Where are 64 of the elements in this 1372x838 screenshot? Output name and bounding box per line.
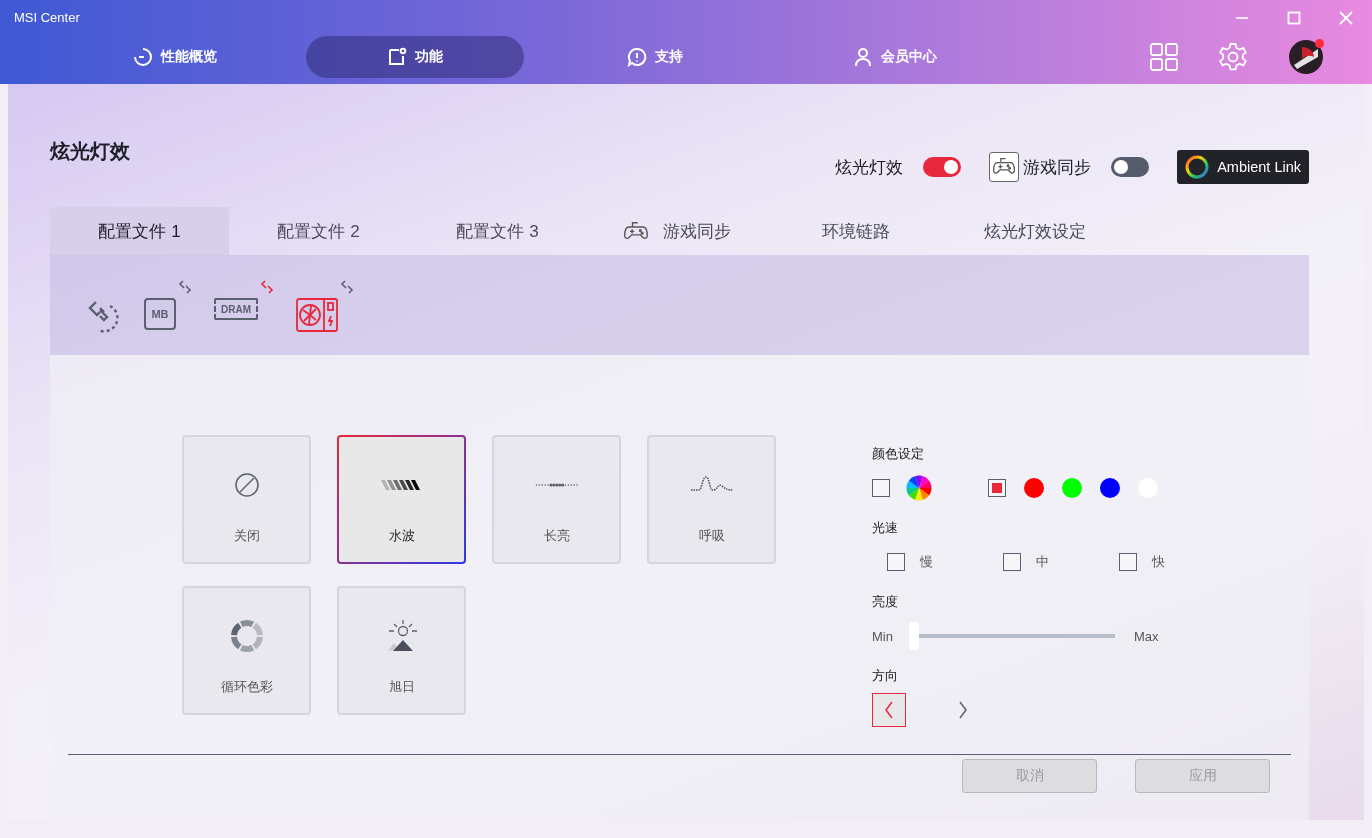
toggle-switch[interactable] <box>923 157 962 177</box>
checkbox-label: 中 <box>1036 553 1049 571</box>
effect-tile[interactable]: 水波 <box>337 435 466 564</box>
stripes-icon <box>380 479 423 491</box>
section-label: 颜色设定 <box>872 445 925 463</box>
section-label: 方向 <box>872 667 899 685</box>
effect-tile[interactable]: 旭日 <box>337 586 466 715</box>
grid-icon[interactable] <box>1150 43 1178 71</box>
checkbox-label: 慢 <box>920 553 933 571</box>
page-title: 炫光灯效 <box>50 139 130 164</box>
memory-button[interactable]: DRAM <box>214 298 258 320</box>
slider-min-label: Min <box>872 628 893 644</box>
dotted-line-icon <box>534 482 579 488</box>
slider-max-label: Max <box>1133 628 1159 644</box>
checkbox[interactable] <box>1119 553 1137 571</box>
checkbox-label: 快 <box>1152 553 1165 571</box>
slider-thumb[interactable] <box>908 622 919 650</box>
toggle-switch[interactable] <box>1111 157 1150 177</box>
profile-tab[interactable]: 配置文件 2 <box>229 207 408 255</box>
avatar-icon[interactable] <box>1288 39 1324 75</box>
section-label: 光速 <box>872 519 899 537</box>
checkbox[interactable] <box>872 479 890 497</box>
profile-tab[interactable]: 炫光灯效设定 <box>945 207 1124 255</box>
motherboard-button[interactable]: MB <box>144 298 176 330</box>
effect-tile[interactable]: 关闭 <box>182 435 311 564</box>
gauge-icon <box>133 47 153 67</box>
color-swatch[interactable] <box>1100 478 1120 498</box>
color-swatch[interactable] <box>1024 478 1044 498</box>
ring-logo-icon <box>1185 155 1210 179</box>
link-icon[interactable] <box>86 298 122 334</box>
gamepad-icon <box>622 220 649 242</box>
toggle-label: 游戏同步 <box>1023 156 1092 179</box>
profile-tab[interactable]: 配置文件 3 <box>408 207 587 255</box>
close-icon <box>1338 9 1354 26</box>
section-label: 亮度 <box>872 593 899 611</box>
settings-icon[interactable] <box>1218 42 1248 72</box>
ring-icon <box>229 619 264 653</box>
checkbox[interactable] <box>988 479 1006 497</box>
maximize-icon <box>1287 10 1301 25</box>
graphics-card-icon[interactable] <box>296 298 338 332</box>
effect-tile[interactable]: 呼吸 <box>647 435 776 564</box>
nav-tab[interactable]: 支持 <box>546 36 764 78</box>
minimize-icon <box>1236 16 1248 19</box>
nav-tab[interactable]: 性能概览 <box>66 36 284 78</box>
prohibited-icon <box>234 473 259 497</box>
sunrise-icon <box>385 618 418 654</box>
feature-icon <box>387 47 407 67</box>
support-icon <box>627 47 647 67</box>
effect-tile[interactable]: 循环色彩 <box>182 586 311 715</box>
effect-tile[interactable]: 长亮 <box>492 435 621 564</box>
ambient-link-button[interactable]: Ambient Link <box>1177 150 1309 184</box>
color-wheel-icon[interactable] <box>906 475 932 501</box>
checkbox[interactable] <box>1003 553 1021 571</box>
profile-tab[interactable]: 游戏同步 <box>587 207 766 255</box>
profile-tab[interactable]: 配置文件 1 <box>50 207 229 255</box>
checkbox[interactable] <box>887 553 905 571</box>
nav-tab[interactable]: 功能 <box>306 36 524 78</box>
window-title: MSI Center <box>14 10 80 25</box>
toggle-label: 炫光灯效 <box>835 156 904 179</box>
color-swatch[interactable] <box>1062 478 1082 498</box>
profile-tab[interactable]: 环境链路 <box>766 207 945 255</box>
user-icon <box>853 47 873 67</box>
left-arrow-button[interactable] <box>872 693 906 727</box>
notification-dot <box>1315 39 1324 48</box>
